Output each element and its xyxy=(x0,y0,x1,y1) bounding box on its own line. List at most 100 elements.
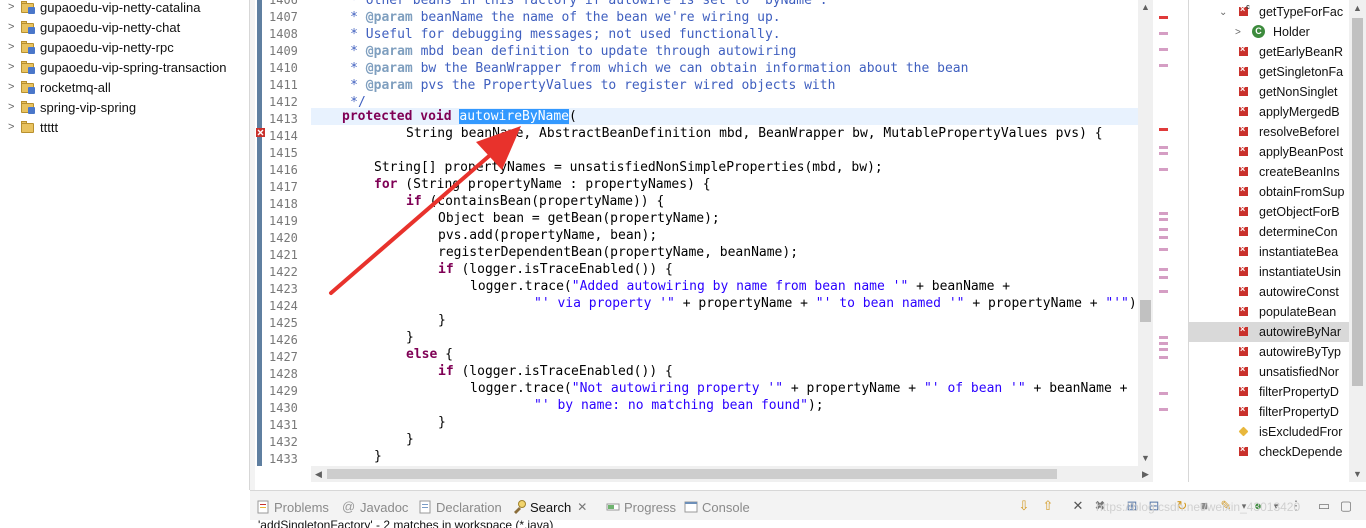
default-method-icon xyxy=(1237,424,1253,440)
tree-item-label: gupaoedu-vip-spring-transaction xyxy=(40,59,227,75)
chevron-right-icon[interactable]: > xyxy=(8,21,18,33)
chevron-down-icon[interactable]: ⌄ xyxy=(1219,7,1227,18)
outline-item[interactable]: applyBeanPost xyxy=(1189,142,1349,162)
code-line: if (logger.isTraceEnabled()) { xyxy=(438,262,673,277)
outline-item[interactable]: > C Holder xyxy=(1189,22,1349,42)
outline-item[interactable]: ⌄ c getTypeForFac xyxy=(1189,2,1349,22)
remove-match-icon[interactable]: ✕ xyxy=(1070,498,1086,514)
line-number: 1421 xyxy=(269,248,298,262)
java-editor[interactable]: 1406 1407 1408 1409 1410 1411 1412 1413 … xyxy=(255,0,1173,482)
overview-occurrence-mark[interactable] xyxy=(1159,146,1168,149)
outline-item[interactable]: autowireByTyp xyxy=(1189,342,1349,362)
chevron-right-icon[interactable]: > xyxy=(8,81,18,93)
outline-item[interactable]: getNonSinglet xyxy=(1189,82,1349,102)
outline-item[interactable]: populateBean xyxy=(1189,302,1349,322)
scroll-down-icon[interactable]: ▼ xyxy=(1138,451,1153,466)
tree-item-project[interactable]: > spring-vip-spring xyxy=(0,97,250,117)
outline-item-label: resolveBeforeI xyxy=(1259,125,1340,139)
overview-error-mark[interactable] xyxy=(1159,128,1168,131)
overview-occurrence-mark[interactable] xyxy=(1159,408,1168,411)
outline-item[interactable]: determineCon xyxy=(1189,222,1349,242)
outline-item[interactable]: filterPropertyD xyxy=(1189,402,1349,422)
overview-occurrence-mark[interactable] xyxy=(1159,152,1168,155)
overview-occurrence-mark[interactable] xyxy=(1159,236,1168,239)
maximize-icon[interactable]: ▢ xyxy=(1338,498,1354,514)
overview-occurrence-mark[interactable] xyxy=(1159,168,1168,171)
annotation-ruler[interactable] xyxy=(255,0,267,466)
scroll-right-icon[interactable]: ▶ xyxy=(1138,466,1153,482)
overview-occurrence-mark[interactable] xyxy=(1159,218,1168,221)
tab-problems[interactable]: Problems xyxy=(256,496,329,518)
tree-item-project[interactable]: > gupaoedu-vip-netty-catalina xyxy=(0,0,250,17)
tree-item-project[interactable]: > gupaoedu-vip-netty-rpc xyxy=(0,37,250,57)
scrollbar-thumb[interactable] xyxy=(327,469,1057,479)
outline-item[interactable]: getObjectForB xyxy=(1189,202,1349,222)
scroll-up-icon[interactable]: ▲ xyxy=(1349,0,1366,16)
overview-error-mark[interactable] xyxy=(1159,16,1168,19)
chevron-right-icon[interactable]: > xyxy=(8,61,18,73)
close-tab-icon[interactable]: ✕ xyxy=(577,500,587,514)
outline-item[interactable]: unsatisfiedNor xyxy=(1189,362,1349,382)
scrollbar-thumb[interactable] xyxy=(1140,300,1151,322)
overview-occurrence-mark[interactable] xyxy=(1159,276,1168,279)
overview-occurrence-mark[interactable] xyxy=(1159,212,1168,215)
tree-item-project[interactable]: > rocketmq-all xyxy=(0,77,250,97)
tab-search[interactable]: Search ✕ xyxy=(512,496,587,518)
scroll-left-icon[interactable]: ◀ xyxy=(311,466,326,482)
chevron-right-icon[interactable]: > xyxy=(8,41,18,53)
chevron-right-icon[interactable]: > xyxy=(8,1,18,13)
minimize-icon[interactable]: ▭ xyxy=(1316,498,1332,514)
outline-item-label: checkDepende xyxy=(1259,445,1343,459)
chevron-right-icon[interactable]: > xyxy=(8,101,18,113)
protected-method-icon xyxy=(1237,224,1253,240)
overview-occurrence-mark[interactable] xyxy=(1159,356,1168,359)
overview-occurrence-mark[interactable] xyxy=(1159,392,1168,395)
tab-declaration[interactable]: Declaration xyxy=(418,496,502,518)
overview-ruler[interactable] xyxy=(1155,0,1171,466)
code-text-area[interactable]: * other beans in this factory if autowir… xyxy=(311,0,1153,466)
outline-item[interactable]: isExcludedFror xyxy=(1189,422,1349,442)
chevron-right-icon[interactable]: > xyxy=(8,121,18,133)
overview-occurrence-mark[interactable] xyxy=(1159,268,1168,271)
chevron-right-icon[interactable]: > xyxy=(1235,27,1241,38)
overview-occurrence-mark[interactable] xyxy=(1159,228,1168,231)
tab-console[interactable]: Console xyxy=(684,496,750,518)
overview-occurrence-mark[interactable] xyxy=(1159,290,1168,293)
outline-item[interactable]: resolveBeforeI xyxy=(1189,122,1349,142)
overview-occurrence-mark[interactable] xyxy=(1159,336,1168,339)
outline-item[interactable]: obtainFromSup xyxy=(1189,182,1349,202)
selected-method-name[interactable]: autowireByName xyxy=(459,109,569,124)
editor-horizontal-scrollbar[interactable]: ◀ ▶ xyxy=(311,466,1153,482)
java-project-icon xyxy=(20,0,36,15)
outline-item[interactable]: filterPropertyD xyxy=(1189,382,1349,402)
outline-vertical-scrollbar[interactable]: ▲ ▼ xyxy=(1349,0,1366,482)
tree-item-project[interactable]: > gupaoedu-vip-netty-chat xyxy=(0,17,250,37)
outline-item[interactable]: instantiateBea xyxy=(1189,242,1349,262)
outline-item[interactable]: checkDepende xyxy=(1189,442,1349,462)
previous-match-icon[interactable]: ⇧ xyxy=(1040,498,1056,514)
scroll-down-icon[interactable]: ▼ xyxy=(1349,466,1366,482)
outline-item[interactable]: autowireConst xyxy=(1189,282,1349,302)
overview-occurrence-mark[interactable] xyxy=(1159,64,1168,67)
tree-item-project[interactable]: > ttttt xyxy=(0,117,250,137)
overview-occurrence-mark[interactable] xyxy=(1159,342,1168,345)
scrollbar-thumb[interactable] xyxy=(1352,18,1363,386)
next-match-icon[interactable]: ⇩ xyxy=(1016,498,1032,514)
overview-occurrence-mark[interactable] xyxy=(1159,48,1168,51)
editor-vertical-scrollbar[interactable]: ▲ ▼ xyxy=(1138,0,1153,466)
tab-javadoc[interactable]: @ Javadoc xyxy=(342,496,408,518)
overview-occurrence-mark[interactable] xyxy=(1159,348,1168,351)
scroll-up-icon[interactable]: ▲ xyxy=(1138,0,1153,15)
error-marker-icon[interactable] xyxy=(256,127,266,138)
private-method-icon xyxy=(1237,64,1253,80)
outline-item[interactable]: getSingletonFa xyxy=(1189,62,1349,82)
overview-occurrence-mark[interactable] xyxy=(1159,32,1168,35)
outline-item[interactable]: instantiateUsin xyxy=(1189,262,1349,282)
tab-progress[interactable]: Progress xyxy=(606,496,676,518)
outline-item[interactable]: getEarlyBeanR xyxy=(1189,42,1349,62)
overview-occurrence-mark[interactable] xyxy=(1159,248,1168,251)
tree-item-project[interactable]: > gupaoedu-vip-spring-transaction xyxy=(0,57,250,77)
outline-item[interactable]: applyMergedB xyxy=(1189,102,1349,122)
outline-item[interactable]: createBeanIns xyxy=(1189,162,1349,182)
outline-item-selected[interactable]: autowireByNar xyxy=(1189,322,1349,342)
